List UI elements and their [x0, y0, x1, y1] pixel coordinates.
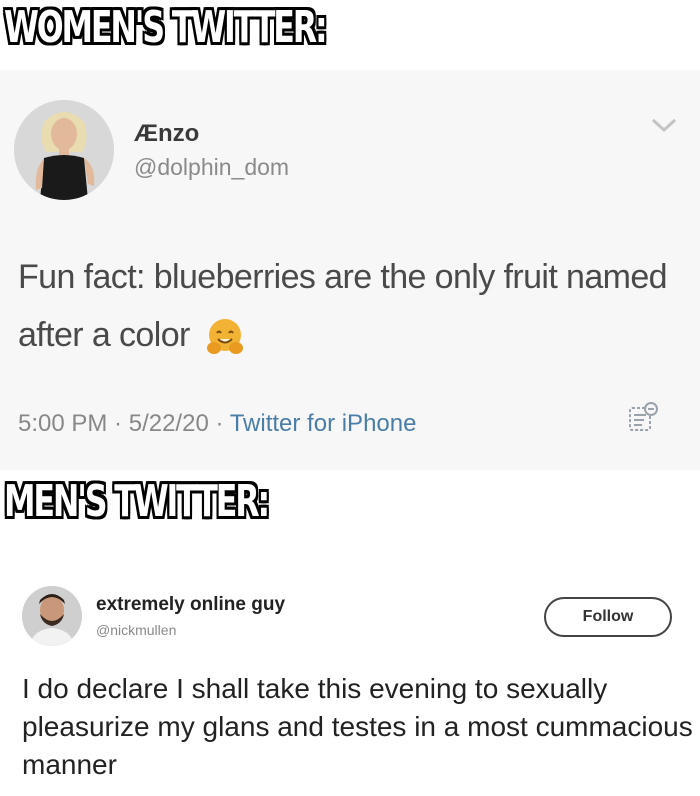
tweet-body: Fun fact: blueberries are the only fruit… [18, 258, 668, 354]
tweet-text: I do declare I shall take this evening t… [22, 673, 693, 780]
tweet-time: 5:00 PM [18, 410, 108, 437]
avatar[interactable] [14, 100, 114, 200]
tweet-card-women: Ænzo @dolphin_dom Fun fact: blueberries … [0, 70, 700, 470]
tweet-card-men: extremely online guy @nickmullen Follow … [0, 560, 700, 796]
meta-separator: · [208, 410, 230, 437]
display-name[interactable]: Ænzo [134, 120, 199, 148]
display-name[interactable]: extremely online guy [96, 594, 285, 616]
meta-separator: · [107, 410, 129, 437]
avatar-man-icon [22, 586, 82, 646]
tweet-text: Fun fact: blueberries are the only fruit… [18, 248, 688, 364]
avatar[interactable] [22, 586, 82, 646]
user-handle[interactable]: @dolphin_dom [134, 154, 289, 181]
follow-button[interactable]: Follow [544, 597, 672, 637]
avatar-woman-icon [14, 100, 114, 200]
chevron-down-icon[interactable] [650, 116, 678, 139]
middle-caption: MEN'S TWITTER: [4, 476, 270, 527]
top-caption: WOMEN'S TWITTER: [4, 2, 328, 53]
analytics-icon[interactable] [626, 400, 660, 439]
tweet-source-link[interactable]: Twitter for iPhone [230, 410, 417, 437]
user-handle[interactable]: @nickmullen [96, 622, 176, 638]
hugging-face-icon [205, 317, 245, 357]
tweet-meta: 5:00 PM · 5/22/20 · Twitter for iPhone [18, 410, 416, 438]
tweet-date: 5/22/20 [128, 410, 209, 437]
